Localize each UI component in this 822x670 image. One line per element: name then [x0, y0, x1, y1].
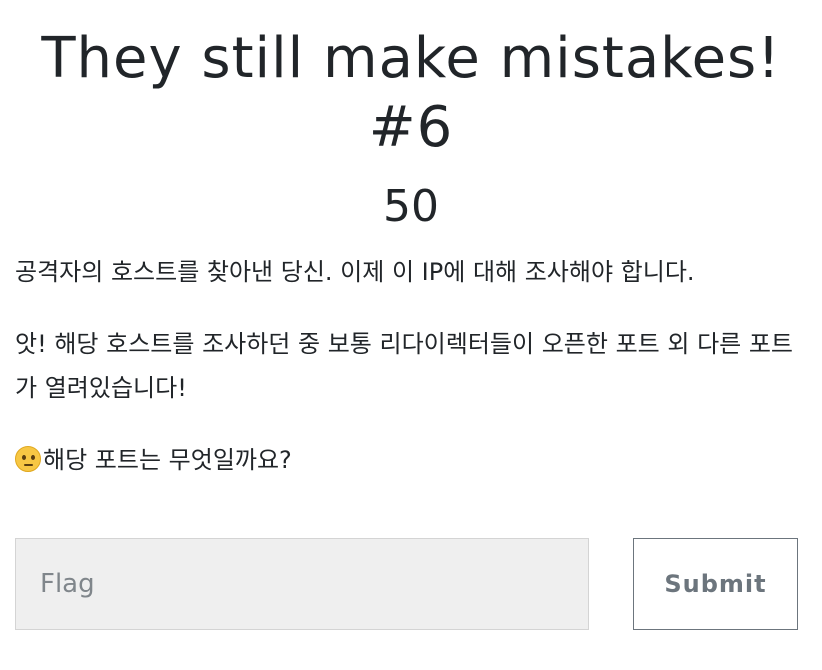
description-question: 해당 포트는 무엇일까요? — [43, 446, 292, 474]
thinking-face-icon — [15, 446, 41, 472]
description-paragraph-2: 앗! 해당 호스트를 조사하던 중 보통 리다이렉터들이 오픈한 포트 외 다른… — [15, 330, 794, 402]
description-paragraph-3: 해당 포트는 무엇일까요? — [15, 438, 810, 482]
challenge-points: 50 — [383, 181, 439, 232]
challenge-description: 공격자의 호스트를 찾아낸 당신. 이제 이 IP에 대해 조사해야 합니다. … — [15, 250, 810, 510]
challenge-panel: They still make mistakes! #6 50 공격자의 호스트… — [0, 0, 822, 670]
challenge-title: They still make mistakes! #6 — [41, 26, 781, 160]
description-paragraph-1: 공격자의 호스트를 찾아낸 당신. 이제 이 IP에 대해 조사해야 합니다. — [15, 258, 695, 286]
flag-input[interactable] — [15, 538, 589, 630]
submit-button[interactable]: Submit — [633, 538, 798, 630]
